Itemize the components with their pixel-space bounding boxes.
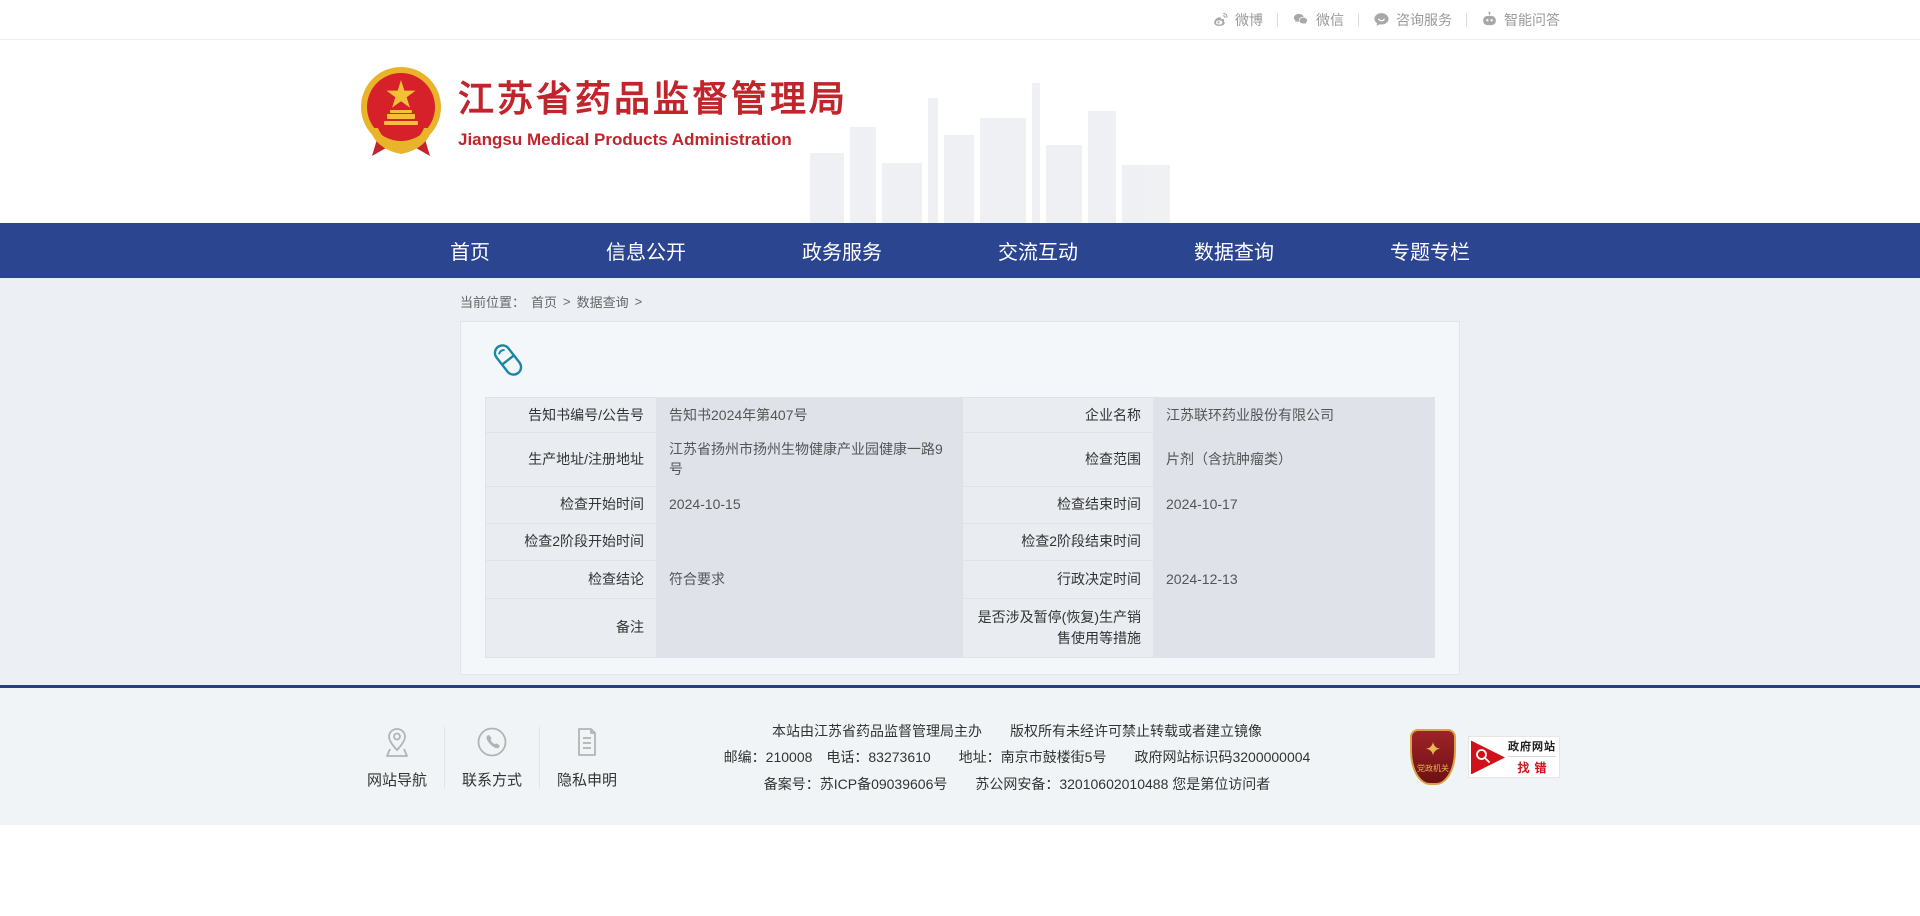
pill-icon: [491, 342, 525, 378]
smart-qa-label: 智能问答: [1504, 10, 1560, 30]
table-value: 告知书2024年第407号: [657, 398, 962, 432]
nav-item-gov-services[interactable]: 政务服务: [802, 236, 882, 265]
table-label: 检查范围: [963, 433, 1153, 486]
contact-link[interactable]: 联系方式: [455, 725, 529, 790]
nav-item-home[interactable]: 首页: [450, 236, 490, 265]
smart-qa-link[interactable]: 智能问答: [1481, 10, 1560, 30]
breadcrumb: 当前位置： 首页 > 数据查询 >: [360, 278, 1560, 321]
table-label: 备注: [486, 599, 656, 657]
topbar-divider: [1358, 13, 1359, 27]
privacy-label: 隐私申明: [557, 769, 617, 790]
page: 微博 微信 咨询服务: [0, 0, 1920, 916]
breadcrumb-prefix: 当前位置：: [460, 292, 525, 311]
table-label: 企业名称: [963, 398, 1153, 432]
consult-icon: [1373, 11, 1390, 28]
table-value: 江苏省扬州市扬州生物健康产业园健康一路9号: [657, 433, 962, 486]
table-label: 检查开始时间: [486, 487, 656, 523]
breadcrumb-link-home[interactable]: 首页: [531, 292, 557, 311]
footer-line-contact: 邮编：210008 电话：83273610 地址：南京市鼓楼街5号 政府网站标识…: [624, 744, 1410, 771]
privacy-doc-icon: [570, 725, 604, 759]
contact-label: 联系方式: [462, 769, 522, 790]
table-value: 2024-10-17: [1154, 487, 1438, 523]
nav-item-interaction[interactable]: 交流互动: [998, 236, 1078, 265]
topbar-divider: [1466, 13, 1467, 27]
breadcrumb-separator: >: [635, 294, 643, 309]
footer-line-icp: 备案号：苏ICP备09039606号 苏公网安备：32010602010488 …: [624, 771, 1410, 798]
inspection-table: 告知书编号/公告号 告知书2024年第407号 企业名称 江苏联环药业股份有限公…: [485, 397, 1435, 658]
table-label: 是否涉及暂停(恢复)生产销售使用等措施: [963, 599, 1153, 657]
magnifier-icon: [1474, 747, 1492, 765]
national-emblem: [360, 66, 442, 165]
site-subtitle: Jiangsu Medical Products Administration: [458, 130, 848, 150]
inspection-detail-card: 告知书编号/公告号 告知书2024年第407号 企业名称 江苏联环药业股份有限公…: [460, 321, 1460, 675]
main-nav: 首页 信息公开 政务服务 交流互动 数据查询 专题专栏: [0, 223, 1920, 278]
party-gov-badge-label: 党政机关: [1417, 763, 1449, 774]
weibo-icon: [1212, 11, 1229, 28]
error-report-flag: [1471, 740, 1505, 774]
breadcrumb-link-data-query[interactable]: 数据查询: [577, 292, 629, 311]
site-header: 江苏省药品监督管理局 Jiangsu Medical Products Admi…: [0, 40, 1920, 223]
footer-divider: [444, 727, 445, 788]
table-value: [1154, 524, 1438, 560]
party-gov-badge[interactable]: ✦ 党政机关: [1410, 729, 1456, 785]
footer-badges: ✦ 党政机关 政府网站 找错: [1410, 729, 1560, 785]
topbar-divider: [1277, 13, 1278, 27]
footer-links: 网站导航 联系方式: [360, 725, 624, 790]
city-skyline: [810, 73, 1170, 223]
consult-service-label: 咨询服务: [1396, 10, 1452, 30]
content-area: 当前位置： 首页 > 数据查询 >: [0, 278, 1920, 685]
table-value: 江苏联环药业股份有限公司: [1154, 398, 1438, 432]
top-utility-bar: 微博 微信 咨询服务: [0, 0, 1920, 40]
table-label: 行政决定时间: [963, 561, 1153, 598]
map-pin-icon: [380, 725, 414, 759]
error-report-subtitle: 找错: [1512, 759, 1551, 776]
consult-service-link[interactable]: 咨询服务: [1373, 10, 1452, 30]
party-gov-badge-icon: ✦: [1425, 740, 1442, 760]
site-map-link[interactable]: 网站导航: [360, 725, 434, 790]
table-label: 检查2阶段开始时间: [486, 524, 656, 560]
table-value: 2024-12-13: [1154, 561, 1438, 598]
table-value: [657, 599, 962, 657]
table-label: 检查结束时间: [963, 487, 1153, 523]
wechat-link[interactable]: 微信: [1292, 10, 1344, 30]
nav-item-info-disclosure[interactable]: 信息公开: [606, 236, 686, 265]
footer-line-host: 本站由江苏省药品监督管理局主办 版权所有未经许可禁止转载或者建立镜像: [624, 718, 1410, 745]
table-label: 检查结论: [486, 561, 656, 598]
qa-robot-icon: [1481, 11, 1498, 28]
privacy-link[interactable]: 隐私申明: [550, 725, 624, 790]
nav-item-data-query[interactable]: 数据查询: [1194, 236, 1274, 265]
table-value: [1154, 599, 1438, 657]
site-footer: 网站导航 联系方式: [0, 688, 1920, 826]
footer-divider: [539, 727, 540, 788]
table-value: [657, 524, 962, 560]
nav-item-special-topics[interactable]: 专题专栏: [1390, 236, 1470, 265]
breadcrumb-separator: >: [563, 294, 571, 309]
table-value: 符合要求: [657, 561, 962, 598]
table-value: 片剂（含抗肿瘤类）: [1154, 433, 1438, 486]
table-label: 生产地址/注册地址: [486, 433, 656, 486]
phone-icon: [475, 725, 509, 759]
table-label: 检查2阶段结束时间: [963, 524, 1153, 560]
table-label: 告知书编号/公告号: [486, 398, 656, 432]
weibo-label: 微博: [1235, 10, 1263, 30]
bottom-white-gap: [0, 825, 1920, 916]
error-report-title: 政府网站: [1508, 738, 1556, 757]
wechat-icon: [1292, 11, 1310, 28]
weibo-link[interactable]: 微博: [1212, 10, 1263, 30]
site-title: 江苏省药品监督管理局: [458, 70, 848, 122]
gov-site-error-report-badge[interactable]: 政府网站 找错: [1468, 736, 1560, 778]
footer-info: 本站由江苏省药品监督管理局主办 版权所有未经许可禁止转载或者建立镜像 邮编：21…: [624, 718, 1410, 798]
table-value: 2024-10-15: [657, 487, 962, 523]
site-map-label: 网站导航: [367, 769, 427, 790]
wechat-label: 微信: [1316, 10, 1344, 30]
